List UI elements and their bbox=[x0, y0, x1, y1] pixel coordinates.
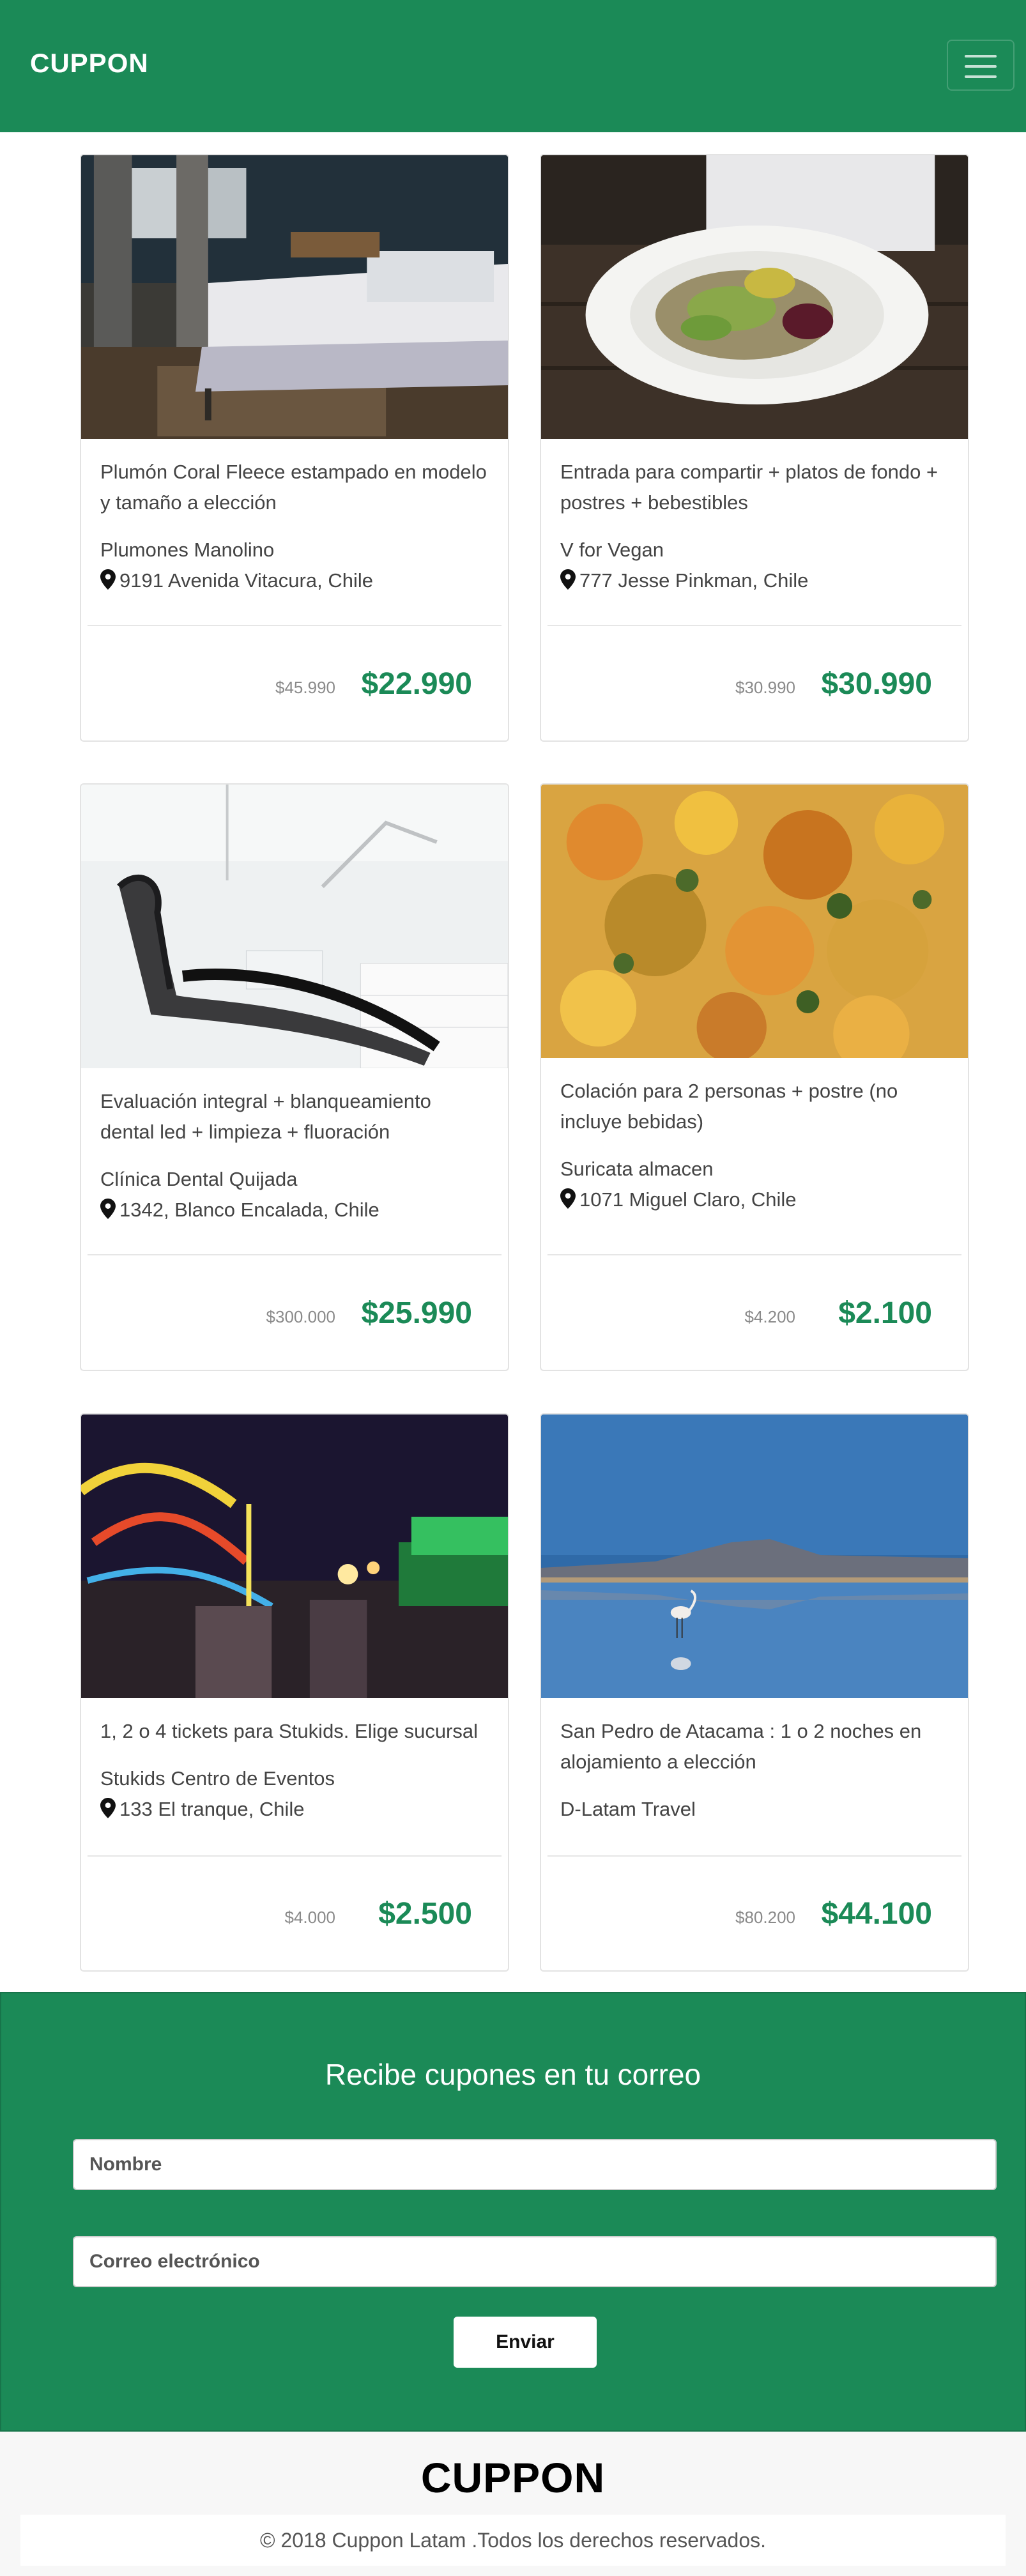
navbar: CUPPON bbox=[0, 0, 1026, 132]
deal-price: $30.990 bbox=[821, 667, 932, 701]
deal-address: 1071 Miguel Claro, Chile bbox=[560, 1188, 796, 1211]
deal-old-price: $4.000 bbox=[284, 1908, 335, 1927]
bedroom-photo bbox=[81, 155, 508, 439]
deal-address-text: 1071 Miguel Claro, Chile bbox=[579, 1188, 797, 1211]
divider bbox=[547, 1855, 961, 1857]
name-input[interactable] bbox=[73, 2139, 997, 2190]
brand-logo[interactable]: CUPPON bbox=[30, 48, 149, 79]
deal-merchant: Stukids Centro de Eventos bbox=[100, 1767, 335, 1790]
map-marker-icon bbox=[100, 1199, 116, 1219]
deal-merchant: Plumones Manolino bbox=[100, 539, 275, 561]
deal-title[interactable]: Colación para 2 personas + postre (no in… bbox=[560, 1076, 949, 1137]
deal-address-text: 1342, Blanco Encalada, Chile bbox=[119, 1199, 379, 1221]
deal-old-price: $300.000 bbox=[266, 1307, 335, 1326]
deal-address: 1342, Blanco Encalada, Chile bbox=[100, 1199, 379, 1222]
deal-price: $44.100 bbox=[821, 1897, 932, 1931]
email-input[interactable] bbox=[73, 2236, 997, 2287]
submit-button[interactable]: Enviar bbox=[454, 2317, 597, 2368]
deal-merchant: D-Latam Travel bbox=[560, 1798, 696, 1820]
footer-brand: CUPPON bbox=[420, 2454, 606, 2501]
hamburger-menu-button[interactable] bbox=[947, 40, 1015, 91]
deal-old-price: $30.990 bbox=[735, 678, 795, 697]
deal-merchant: Clínica Dental Quijada bbox=[100, 1168, 298, 1190]
deal-price: $2.100 bbox=[838, 1296, 932, 1330]
newsletter-title: Recibe cupones en tu correo bbox=[325, 2058, 701, 2091]
footer-copyright-bar: © 2018 Cuppon Latam .Todos los derechos … bbox=[20, 2515, 1006, 2566]
dental-chair-photo bbox=[81, 785, 508, 1068]
deal-title[interactable]: 1, 2 o 4 tickets para Stukids. Elige suc… bbox=[100, 1716, 489, 1747]
amusement-park-photo bbox=[81, 1414, 508, 1698]
deal-title[interactable]: Entrada para compartir + platos de fondo… bbox=[560, 457, 949, 518]
footer-copyright: © 2018 Cuppon Latam .Todos los derechos … bbox=[259, 2529, 767, 2552]
deal-card[interactable]: Colación para 2 personas + postre (no in… bbox=[540, 783, 969, 1371]
deal-address-text: 777 Jesse Pinkman, Chile bbox=[579, 569, 809, 592]
map-marker-icon bbox=[560, 569, 576, 590]
deal-price: $25.990 bbox=[361, 1296, 472, 1330]
divider bbox=[88, 1855, 502, 1857]
deal-card[interactable]: Entrada para compartir + platos de fondo… bbox=[540, 154, 969, 742]
deal-address-text: 133 El tranque, Chile bbox=[119, 1798, 305, 1820]
deal-title[interactable]: San Pedro de Atacama : 1 o 2 noches en a… bbox=[560, 1716, 949, 1777]
deal-title[interactable]: Evaluación integral + blanqueamiento den… bbox=[100, 1086, 489, 1147]
deal-card[interactable]: San Pedro de Atacama : 1 o 2 noches en a… bbox=[540, 1413, 969, 1972]
map-marker-icon bbox=[100, 1798, 116, 1818]
deal-card[interactable]: Plumón Coral Fleece estampado en modelo … bbox=[80, 154, 509, 742]
deal-merchant: V for Vegan bbox=[560, 539, 664, 561]
deal-address-text: 9191 Avenida Vitacura, Chile bbox=[119, 569, 373, 592]
divider bbox=[547, 625, 961, 626]
deal-old-price: $80.200 bbox=[735, 1908, 795, 1927]
map-marker-icon bbox=[100, 569, 116, 590]
vegan-plate-photo bbox=[541, 155, 968, 439]
deal-card[interactable]: Evaluación integral + blanqueamiento den… bbox=[80, 783, 509, 1371]
deal-address: 777 Jesse Pinkman, Chile bbox=[560, 569, 808, 592]
deal-price: $22.990 bbox=[361, 667, 472, 701]
map-marker-icon bbox=[560, 1188, 576, 1209]
flamingo-lagoon-photo bbox=[541, 1414, 968, 1698]
divider bbox=[547, 1254, 961, 1255]
deal-title[interactable]: Plumón Coral Fleece estampado en modelo … bbox=[100, 457, 489, 518]
deal-merchant: Suricata almacen bbox=[560, 1158, 714, 1180]
deal-address: 9191 Avenida Vitacura, Chile bbox=[100, 569, 373, 592]
food-closeup-photo bbox=[541, 785, 968, 1058]
divider bbox=[88, 625, 502, 626]
deal-old-price: $45.990 bbox=[275, 678, 335, 697]
deal-card[interactable]: 1, 2 o 4 tickets para Stukids. Elige suc… bbox=[80, 1413, 509, 1972]
divider bbox=[88, 1254, 502, 1255]
deal-price: $2.500 bbox=[378, 1897, 472, 1931]
newsletter-section: Recibe cupones en tu correo Enviar bbox=[0, 1992, 1026, 2432]
deal-address: 133 El tranque, Chile bbox=[100, 1798, 305, 1821]
footer: CUPPON © 2018 Cuppon Latam .Todos los de… bbox=[0, 2432, 1026, 2576]
deal-old-price: $4.200 bbox=[744, 1307, 795, 1326]
